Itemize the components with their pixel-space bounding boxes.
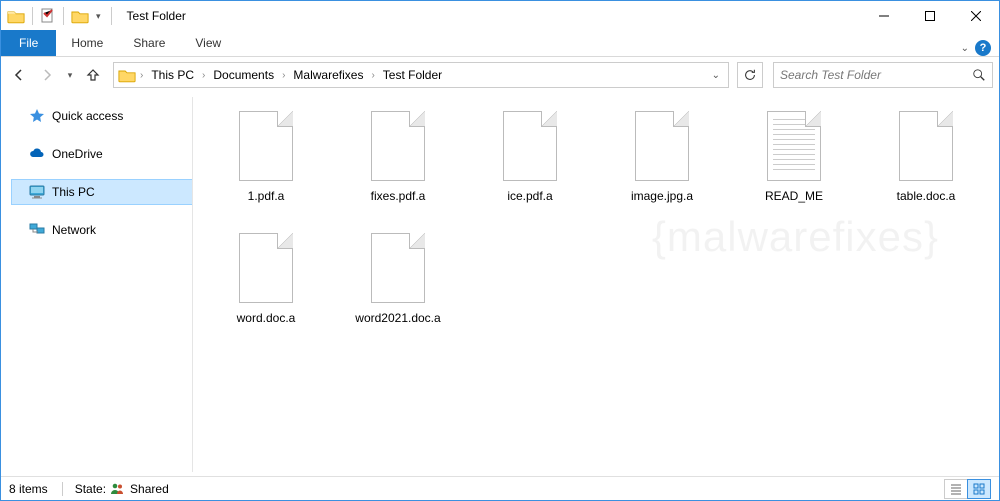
close-button[interactable] [953,1,999,31]
network-icon [29,222,45,238]
file-item[interactable]: ice.pdf.a [467,105,593,221]
search-icon [972,68,986,82]
forward-button[interactable] [35,63,59,87]
file-icon [239,111,293,181]
maximize-button[interactable] [907,1,953,31]
file-icon [767,111,821,181]
file-name: fixes.pdf.a [371,189,426,203]
file-tab[interactable]: File [1,30,56,56]
refresh-button[interactable] [737,62,763,88]
file-name: 1.pdf.a [248,189,285,203]
file-name: image.jpg.a [631,189,693,203]
navigation-bar: ▾ › This PC › Documents › Malwarefixes ›… [1,57,999,93]
folder-icon [118,68,136,83]
minimize-button[interactable] [861,1,907,31]
details-view-button[interactable] [944,479,968,499]
chevron-right-icon[interactable]: › [280,70,287,81]
window-title: Test Folder [127,9,186,23]
sidebar-item-label: Quick access [52,109,123,123]
up-button[interactable] [81,63,105,87]
ribbon-expand-icon[interactable]: ⌄ [961,43,969,54]
file-item[interactable]: word.doc.a [203,227,329,343]
tab-share[interactable]: Share [118,30,180,56]
state-indicator: State: Shared [62,482,169,496]
file-icon [239,233,293,303]
view-switcher [945,479,991,499]
folder-icon[interactable] [71,9,89,24]
file-name: word2021.doc.a [355,311,440,325]
sidebar-item-label: Network [52,223,96,237]
file-icon [635,111,689,181]
explorer-body: Quick access OneDrive This PC Network {m… [1,93,999,476]
properties-icon[interactable] [40,8,56,24]
search-placeholder: Search Test Folder [780,68,972,82]
file-name: table.doc.a [897,189,956,203]
sidebar-item-label: OneDrive [52,147,103,161]
search-input[interactable]: Search Test Folder [773,62,993,88]
file-icon [899,111,953,181]
sidebar-item-onedrive[interactable]: OneDrive [11,141,193,167]
qat-dropdown-icon[interactable]: ▾ [93,11,104,22]
status-bar: 8 items State: Shared [1,476,999,500]
help-icon[interactable]: ? [975,40,991,56]
file-item[interactable]: word2021.doc.a [335,227,461,343]
sidebar-item-label: This PC [52,185,95,199]
cloud-icon [29,146,45,162]
people-icon [110,483,126,495]
breadcrumb-item[interactable]: Documents [209,66,278,84]
folder-icon [7,9,25,24]
navigation-pane: Quick access OneDrive This PC Network [1,93,193,476]
sidebar-item-this-pc[interactable]: This PC [11,179,193,205]
window-controls [861,1,999,31]
file-icon [371,111,425,181]
titlebar: ▾ Test Folder [1,1,999,31]
divider [32,7,33,25]
breadcrumb-item[interactable]: This PC [147,66,198,84]
chevron-right-icon[interactable]: › [138,70,145,81]
sidebar-item-quick-access[interactable]: Quick access [11,103,193,129]
files-grid: 1.pdf.a fixes.pdf.a ice.pdf.a image.jpg.a RE… [203,105,989,343]
file-item[interactable]: 1.pdf.a [203,105,329,221]
divider [63,7,64,25]
quick-access-toolbar: ▾ [1,7,121,25]
chevron-right-icon[interactable]: › [200,70,207,81]
chevron-right-icon[interactable]: › [369,70,376,81]
file-item[interactable]: image.jpg.a [599,105,725,221]
back-button[interactable] [7,63,31,87]
file-icon [371,233,425,303]
file-item[interactable]: READ_ME [731,105,857,221]
file-list-pane[interactable]: {malwarefixes} 1.pdf.afixes.pdf.aice.pdf… [193,93,999,476]
file-icon [503,111,557,181]
ribbon-tabs: File Home Share View ⌄ ? [1,31,999,57]
tab-view[interactable]: View [180,30,236,56]
breadcrumb-item[interactable]: Malwarefixes [289,66,367,84]
sidebar-item-network[interactable]: Network [11,217,193,243]
file-name: word.doc.a [237,311,296,325]
file-item[interactable]: fixes.pdf.a [335,105,461,221]
file-name: READ_ME [765,189,823,203]
large-icons-view-button[interactable] [967,479,991,499]
divider [111,7,112,25]
address-dropdown-icon[interactable]: ⌄ [708,70,724,81]
file-name: ice.pdf.a [507,189,552,203]
monitor-icon [29,184,45,200]
tab-home[interactable]: Home [56,30,118,56]
item-count: 8 items [9,482,48,496]
file-item[interactable]: table.doc.a [863,105,989,221]
address-bar[interactable]: › This PC › Documents › Malwarefixes › T… [113,62,729,88]
breadcrumb-item[interactable]: Test Folder [379,66,446,84]
recent-locations-icon[interactable]: ▾ [63,63,77,87]
star-icon [29,108,45,124]
